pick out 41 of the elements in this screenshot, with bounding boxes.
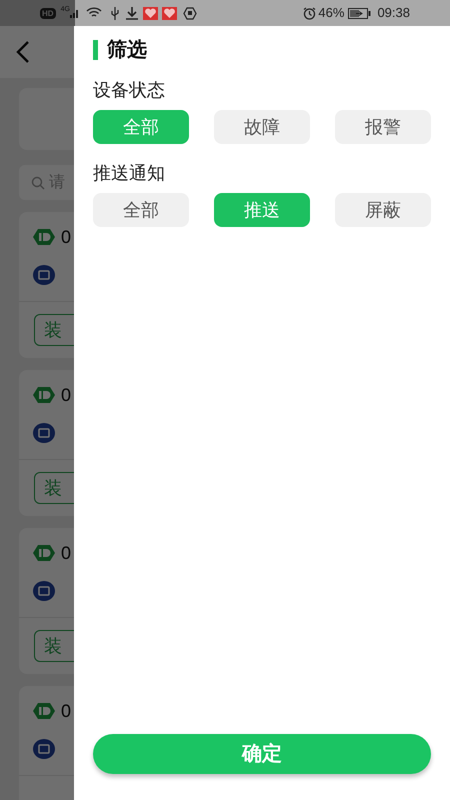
id-icon <box>33 387 55 403</box>
plate-icon <box>33 265 55 285</box>
id-icon <box>33 545 55 561</box>
title-accent-bar <box>93 40 98 60</box>
device-id: 0 <box>61 226 72 248</box>
clock-time: 09:38 <box>377 4 410 22</box>
device-id: 0 <box>61 384 72 406</box>
signal-icon <box>70 8 80 18</box>
wifi-icon <box>86 7 102 19</box>
back-icon[interactable] <box>16 40 30 64</box>
id-icon <box>33 703 55 719</box>
usb-icon <box>110 6 120 20</box>
filter-chip[interactable]: 报警 <box>335 110 431 144</box>
device-card[interactable]: 0 装 <box>19 212 74 358</box>
shield-icon <box>182 6 197 20</box>
plate-icon <box>33 739 55 759</box>
device-card[interactable]: 0 装 <box>19 370 74 516</box>
section-label: 推送通知 <box>93 162 166 184</box>
search-icon <box>31 176 45 190</box>
filter-chip[interactable]: 推送 <box>214 193 310 227</box>
filter-chip[interactable]: 全部 <box>93 110 189 144</box>
filter-chip[interactable]: 屏蔽 <box>335 193 431 227</box>
battery-icon <box>348 8 372 18</box>
download-icon <box>126 6 138 20</box>
plate-icon <box>33 581 55 601</box>
app-notification-icon <box>162 6 177 20</box>
device-id: 0 <box>61 700 72 722</box>
app-notification-icon <box>142 6 158 20</box>
device-card[interactable]: 0 装 <box>19 528 74 674</box>
battery-percent: 46% <box>318 4 344 22</box>
drawer-title: 筛选 <box>107 38 147 62</box>
section-label: 设备状态 <box>93 79 166 101</box>
id-icon <box>33 229 55 245</box>
filter-chip[interactable]: 全部 <box>93 193 189 227</box>
device-id: 0 <box>61 542 72 564</box>
alarm-icon <box>303 6 316 20</box>
hd-indicator: HD <box>40 8 56 18</box>
plate-icon <box>33 423 55 443</box>
confirm-button[interactable]: 确定 <box>93 734 431 774</box>
filter-chip[interactable]: 故障 <box>214 110 310 144</box>
device-card[interactable]: 0 <box>19 686 74 800</box>
